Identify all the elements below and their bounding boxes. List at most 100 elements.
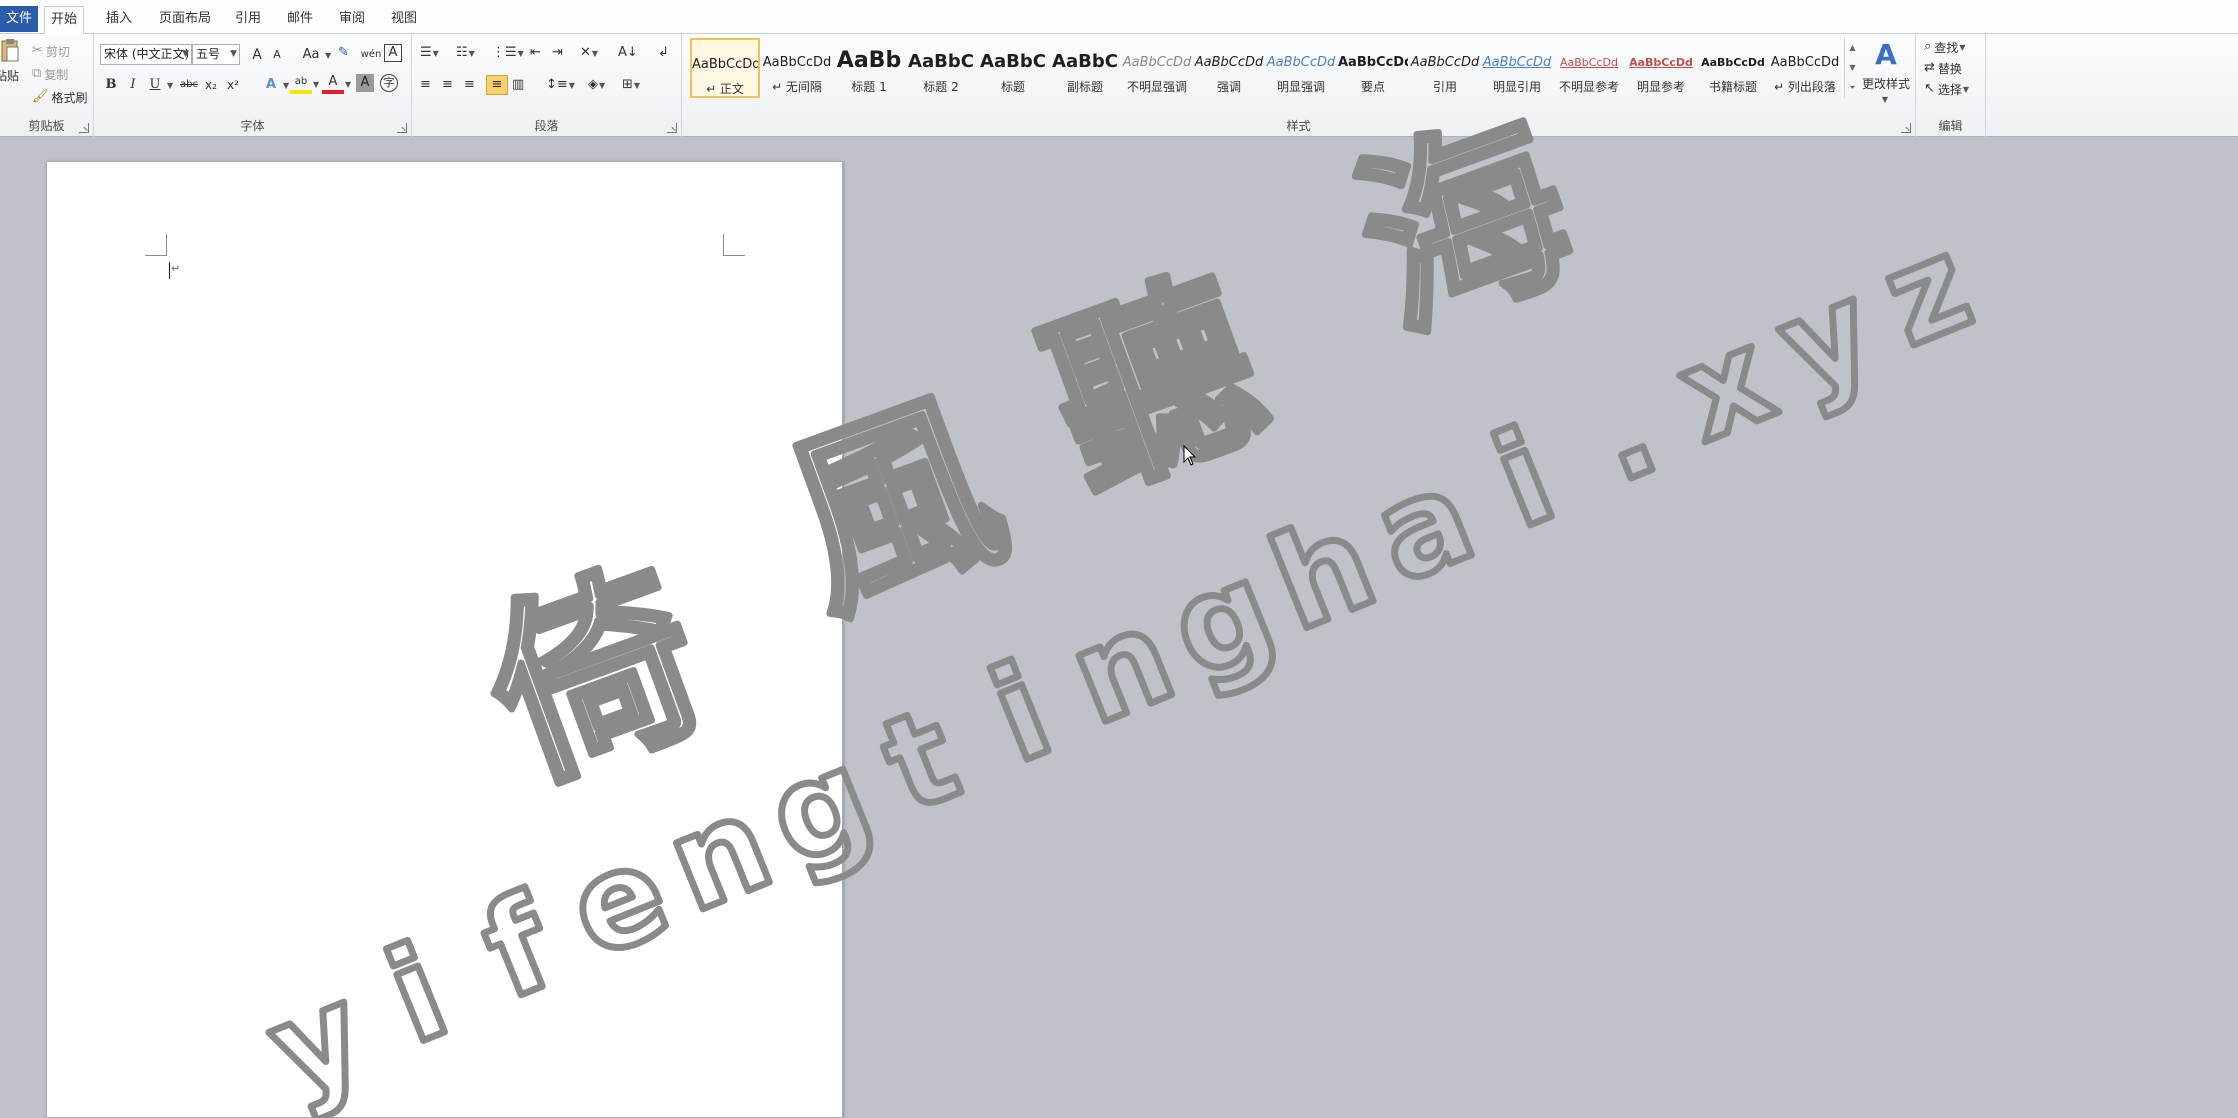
outdent-icon: ⇤ xyxy=(530,45,541,60)
find-button[interactable]: ⌕ 查找 ▼ xyxy=(1924,38,1965,56)
font-name-combo[interactable]: 宋体 (中文正文) ▼ xyxy=(100,44,192,65)
clear-format-button[interactable]: ✎ xyxy=(338,44,349,62)
shrink-font-button[interactable]: A xyxy=(266,44,288,66)
italic-button[interactable]: I xyxy=(122,74,144,96)
style-book-title[interactable]: AaBbCcDd 书籍标题 xyxy=(1698,38,1768,98)
format-painter-button[interactable]: 🖌 格式刷 xyxy=(32,88,88,106)
enclose-char-button[interactable]: 字 xyxy=(380,74,398,92)
subscript-button[interactable]: x₂ xyxy=(200,74,222,96)
tab-file[interactable]: 文件 xyxy=(0,6,38,32)
style-heading-1[interactable]: AaBb 标题 1 xyxy=(834,38,904,98)
tab-view[interactable]: 视图 xyxy=(385,6,423,34)
styles-gallery-scroll: ▲ ▼ ⏷ xyxy=(1844,38,1860,98)
ribbon: 粘贴 ✂ 剪切 ⧉ 复制 🖌 格式刷 剪贴板 宋体 (中文正文) ▼ 五号 ▼ A … xyxy=(0,34,2238,137)
style-intense-reference[interactable]: AaBbCcDd 明显参考 xyxy=(1626,38,1696,98)
tab-page-layout[interactable]: 页面布局 xyxy=(153,6,217,34)
align-right-icon: ≡ xyxy=(464,77,475,92)
highlight-button[interactable]: ab ▼ xyxy=(290,74,319,94)
bold-button[interactable]: B xyxy=(100,74,122,96)
phonetic-guide-button[interactable]: wén xyxy=(360,44,382,66)
show-marks-button[interactable]: ↲ xyxy=(658,44,669,62)
watermark-char-url: t xyxy=(863,678,978,842)
font-color-button[interactable]: A ▼ xyxy=(322,74,351,94)
superscript-button[interactable]: x² xyxy=(222,74,244,96)
font-size-combo[interactable]: 五号 ▼ xyxy=(192,44,240,65)
line-spacing-icon: ↕≡ xyxy=(546,77,568,92)
styles-gallery: AaBbCcDd ↵ 正文 AaBbCcDd ↵ 无间隔 AaBb 标题 1 A… xyxy=(686,38,1844,100)
decrease-indent-button[interactable]: ⇤ xyxy=(530,44,541,62)
copy-button[interactable]: ⧉ 复制 xyxy=(32,65,68,83)
paragraph-mark: ↵ xyxy=(171,262,181,275)
style-intense-quote[interactable]: AaBbCcDd 明显引用 xyxy=(1482,38,1552,98)
grow-font-button[interactable]: A xyxy=(246,44,268,66)
underline-button[interactable]: U ▼ xyxy=(144,74,174,96)
chevron-down-icon: ▼ xyxy=(345,79,352,89)
line-spacing-button[interactable]: ↕≡ ▼ xyxy=(546,76,575,94)
style-emphasis[interactable]: AaBbCcDd 强调 xyxy=(1194,38,1264,98)
editing-group: ⌕ 查找 ▼ ⇄ 替换 ↖ 选择 ▼ 编辑 xyxy=(1916,34,1986,137)
sort-button[interactable]: A↓ xyxy=(618,44,638,62)
font-launcher-icon[interactable] xyxy=(397,123,407,133)
paste-button[interactable]: 粘贴 xyxy=(0,38,20,84)
chevron-down-icon: ▼ xyxy=(517,48,524,58)
numbered-list-icon: ☷ xyxy=(456,45,468,60)
distributed-button[interactable]: ▥ xyxy=(512,76,524,94)
style-quote[interactable]: AaBbCcDd 引用 xyxy=(1410,38,1480,98)
font-group-label: 字体 xyxy=(240,119,265,133)
align-distributed-icon: ▥ xyxy=(512,77,525,92)
watermark-char-url: z xyxy=(1863,207,1990,376)
select-button[interactable]: ↖ 选择 ▼ xyxy=(1924,80,1969,98)
style-title[interactable]: AaBbC 标题 xyxy=(978,38,1048,98)
tab-home[interactable]: 开始 xyxy=(44,6,85,35)
chevron-down-icon[interactable]: ▼ xyxy=(1845,58,1860,78)
tab-insert[interactable]: 插入 xyxy=(100,6,138,34)
style-subtle-emphasis[interactable]: AaBbCcDd 不明显强调 xyxy=(1122,38,1192,98)
bullets-button[interactable]: ☰ ▼ xyxy=(420,44,439,62)
style-subtitle[interactable]: AaBbC 副标题 xyxy=(1050,38,1120,98)
shading-button[interactable]: ◈ ▼ xyxy=(588,76,605,94)
cursor-icon: ↖ xyxy=(1924,81,1935,96)
strikethrough-button[interactable]: abc xyxy=(178,74,200,96)
style-subtle-reference[interactable]: AaBbCcDd 不明显参考 xyxy=(1554,38,1624,98)
tab-mailings[interactable]: 邮件 xyxy=(281,6,319,34)
numbering-button[interactable]: ☷ ▼ xyxy=(456,44,475,62)
styles-launcher-icon[interactable] xyxy=(1901,123,1911,133)
chinese-layout-button[interactable]: ✕ ▼ xyxy=(580,44,598,62)
style-list-paragraph[interactable]: AaBbCcDd ↵ 列出段落 xyxy=(1770,38,1840,98)
chinese-layout-icon: ✕ xyxy=(580,45,591,60)
change-styles-button[interactable]: A 更改样式 ▼ xyxy=(1860,38,1912,104)
cut-button[interactable]: ✂ 剪切 xyxy=(32,42,70,60)
clipboard-group: 粘贴 ✂ 剪切 ⧉ 复制 🖌 格式刷 剪贴板 xyxy=(0,34,94,137)
style-strong[interactable]: AaBbCcDd 要点 xyxy=(1338,38,1408,98)
tab-references[interactable]: 引用 xyxy=(229,6,267,34)
borders-button[interactable]: ⊞ ▼ xyxy=(622,76,640,94)
align-justify-icon: ≡ xyxy=(491,77,503,92)
increase-indent-button[interactable]: ⇥ xyxy=(552,44,563,62)
bullet-list-icon: ☰ xyxy=(420,45,432,60)
align-left-button[interactable]: ≡ xyxy=(420,76,431,94)
style-normal[interactable]: AaBbCcDd ↵ 正文 xyxy=(690,38,760,98)
replace-button[interactable]: ⇄ 替换 xyxy=(1924,59,1962,77)
char-border-button[interactable]: A xyxy=(384,44,402,62)
text-caret xyxy=(169,262,170,279)
watermark-char-url: x xyxy=(1658,299,1793,471)
document-page[interactable]: ↵ xyxy=(46,161,843,1118)
text-effects-button[interactable]: A ▼ xyxy=(260,74,289,96)
paint-bucket-icon: ◈ xyxy=(588,77,598,92)
replace-icon: ⇄ xyxy=(1924,60,1935,75)
align-center-button[interactable]: ≡ xyxy=(442,76,453,94)
chevron-up-icon[interactable]: ▲ xyxy=(1845,38,1860,58)
clipboard-launcher-icon[interactable] xyxy=(79,123,89,133)
tab-review[interactable]: 审阅 xyxy=(333,6,371,34)
align-right-button[interactable]: ≡ xyxy=(464,76,475,94)
more-icon[interactable]: ⏷ xyxy=(1845,78,1860,98)
style-heading-2[interactable]: AaBbC 标题 2 xyxy=(906,38,976,98)
justify-button[interactable]: ≡ xyxy=(486,75,508,95)
margin-corner-top-left xyxy=(145,234,167,256)
style-no-spacing[interactable]: AaBbCcDd ↵ 无间隔 xyxy=(762,38,832,98)
change-case-button[interactable]: Aa ▼ xyxy=(298,44,332,66)
char-shading-button[interactable]: A xyxy=(356,74,374,92)
style-intense-emphasis[interactable]: AaBbCcDd 明显强调 xyxy=(1266,38,1336,98)
paragraph-launcher-icon[interactable] xyxy=(667,123,677,133)
multilevel-list-button[interactable]: ⋮☰ ▼ xyxy=(492,44,524,62)
